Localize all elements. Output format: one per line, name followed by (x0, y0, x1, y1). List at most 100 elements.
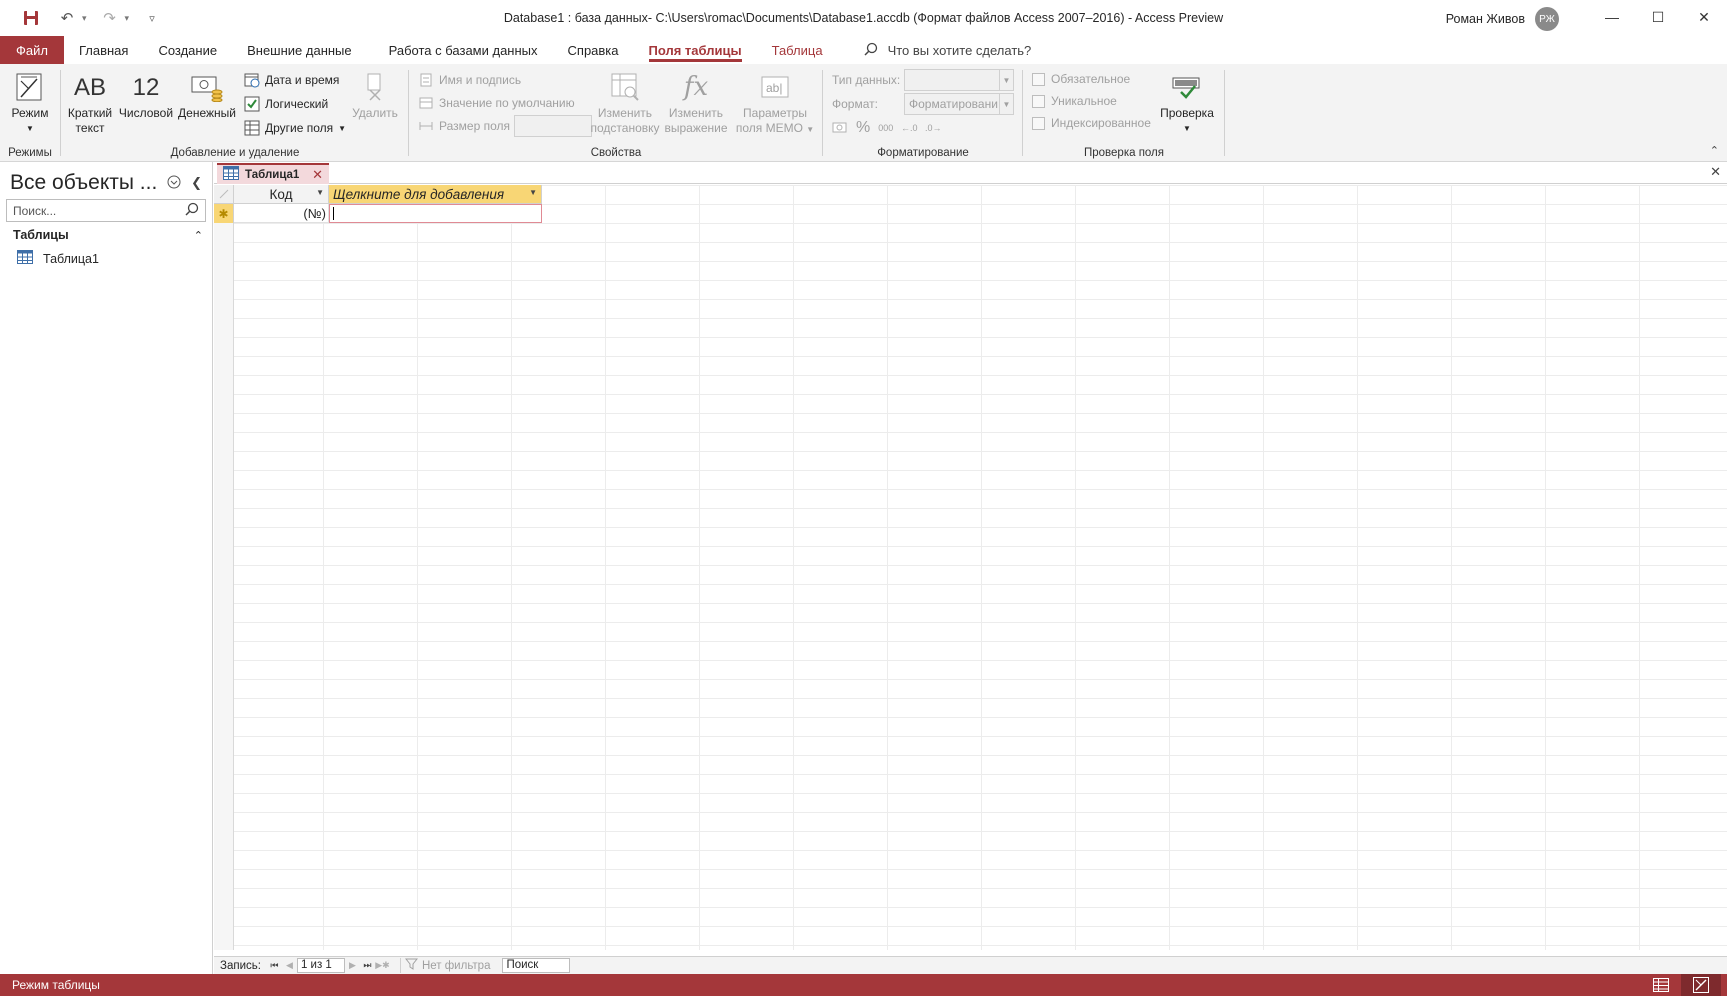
close-document-icon[interactable]: ✕ (1710, 164, 1721, 180)
maximize-icon[interactable]: ☐ (1635, 0, 1681, 34)
save-icon[interactable] (18, 5, 44, 31)
checkbox-icon (1032, 72, 1045, 86)
data-type-select[interactable]: ▼ (904, 69, 1014, 91)
group-label-modes: Режимы (8, 147, 52, 159)
nav-group-tables[interactable]: Таблицы ⌃ (13, 228, 203, 242)
delete-label: Удалить (352, 106, 398, 120)
percent-icon[interactable]: % (856, 119, 870, 137)
filter-toggle[interactable]: Нет фильтра (399, 958, 499, 973)
last-record-icon[interactable]: ⏭ (360, 960, 375, 971)
select-all-corner[interactable] (214, 185, 234, 204)
document-tab-table1[interactable]: Таблица1 ✕ (217, 163, 329, 184)
tab-home[interactable]: Главная (64, 36, 143, 64)
tab-table[interactable]: Таблица (757, 36, 838, 64)
group-label-field-validation: Проверка поля (1083, 147, 1164, 159)
tab-database-tools[interactable]: Работа с базами данных (367, 36, 553, 64)
cell-id-new-row[interactable]: (№) (234, 204, 329, 223)
currency-format-icon[interactable] (832, 120, 848, 136)
record-search-input[interactable]: Поиск (502, 958, 571, 973)
unique-checkbox[interactable]: Уникальное (1032, 94, 1117, 108)
currency-icon (190, 68, 224, 106)
tab-file[interactable]: Файл (0, 36, 64, 64)
delete-field-button[interactable]: Удалить (350, 68, 400, 121)
tell-me-box[interactable]: Что вы хотите сделать? (864, 36, 1032, 64)
yesno-button[interactable]: Логический (244, 94, 328, 114)
name-caption-label: Имя и подпись (439, 73, 522, 87)
quick-access-toolbar: ↶ ▾ ↷ ▾ ▿ (0, 5, 165, 31)
search-icon (864, 42, 878, 59)
modify-lookups-button[interactable]: Изменить подстановку (591, 68, 660, 136)
chevron-up-icon[interactable]: ⌃ (194, 229, 203, 242)
column-header-add[interactable]: Щелкните для добавления ▼ (329, 185, 542, 204)
nav-pane-title[interactable]: Все объекты ... (10, 171, 157, 195)
view-switcher (1641, 974, 1721, 996)
first-record-icon[interactable]: ⏮ (267, 960, 282, 971)
indexed-checkbox[interactable]: Индексированное (1032, 116, 1151, 130)
account-area[interactable]: Роман Живов РЖ (1446, 7, 1559, 31)
short-text-button[interactable]: AB Краткий текст (68, 68, 112, 136)
currency-button[interactable]: Денежный (176, 68, 238, 121)
format-select[interactable]: Форматировани ▼ (904, 93, 1014, 115)
memo-settings-button[interactable]: ab| Параметры поля MEMO ▼ (734, 68, 816, 137)
validation-button[interactable]: Проверка ▼ (1156, 68, 1218, 136)
chevron-down-icon: ▼ (806, 125, 815, 134)
design-view-icon[interactable] (1681, 974, 1721, 996)
customize-qat-icon[interactable]: ▿ (139, 5, 165, 31)
datasheet-view-icon[interactable] (1641, 974, 1681, 996)
datasheet-grid[interactable]: Код ▼ Щелкните для добавления ▼ ✱ (№) (214, 185, 1727, 950)
tab-create[interactable]: Создание (143, 36, 232, 64)
comma-style-icon[interactable]: 000 (878, 123, 893, 133)
nav-menu-dropdown-icon[interactable] (167, 175, 181, 192)
minimize-icon[interactable]: — (1589, 0, 1635, 34)
chevron-down-icon[interactable]: ▼ (529, 188, 537, 197)
checkbox-icon (244, 96, 260, 112)
modify-expression-button[interactable]: fx Изменить выражение (664, 68, 728, 136)
redo-dropdown-icon[interactable]: ▾ (125, 13, 130, 24)
modify-lookups-icon (610, 68, 640, 106)
field-size-icon (418, 118, 434, 134)
chevron-down-icon[interactable]: ▼ (316, 188, 324, 197)
column-header-label: Код (269, 186, 293, 202)
column-header-id[interactable]: Код ▼ (234, 185, 329, 204)
view-button[interactable]: Режим ▼ (8, 68, 52, 136)
name-caption-button[interactable]: Имя и подпись (418, 70, 521, 90)
undo-icon[interactable]: ↶ (54, 5, 80, 31)
new-record-nav-icon[interactable]: ▶✱ (375, 960, 390, 971)
nav-search-input[interactable]: Поиск... (6, 199, 206, 222)
memo-settings-label-1: Параметры (743, 106, 807, 120)
required-checkbox[interactable]: Обязательное (1032, 72, 1130, 86)
search-icon[interactable] (185, 202, 199, 219)
chevron-down-icon: ▼ (1183, 124, 1191, 133)
number-label: Числовой (118, 106, 174, 120)
tab-table-fields[interactable]: Поля таблицы (634, 36, 757, 64)
nav-item-table1[interactable]: Таблица1 (17, 250, 99, 267)
avatar[interactable]: РЖ (1535, 7, 1559, 31)
current-record-input[interactable]: 1 из 1 (296, 958, 345, 973)
tab-help[interactable]: Справка (553, 36, 634, 64)
tell-me-placeholder: Что вы хотите сделать? (887, 42, 1032, 58)
undo-dropdown-icon[interactable]: ▾ (82, 13, 87, 24)
close-tab-icon[interactable]: ✕ (312, 167, 323, 183)
new-record-icon[interactable]: ✱ (214, 204, 234, 223)
previous-record-icon[interactable]: ◀ (282, 960, 297, 971)
more-fields-button[interactable]: Другие поля ▼ (244, 118, 346, 138)
field-size-input[interactable] (514, 115, 592, 137)
number-button[interactable]: 12 Числовой (118, 68, 174, 121)
title-bar: ↶ ▾ ↷ ▾ ▿ Database1 : база данных- C:\Us… (0, 0, 1727, 36)
more-fields-label: Другие поля (265, 121, 334, 135)
collapse-ribbon-icon[interactable]: ⌃ (1710, 144, 1719, 157)
filter-icon (404, 958, 418, 973)
status-text: Режим таблицы (12, 978, 100, 992)
next-record-icon[interactable]: ▶ (345, 960, 360, 971)
datetime-button[interactable]: Дата и время (244, 70, 339, 90)
default-value-button[interactable]: Значение по умолчанию (418, 93, 575, 113)
separator (408, 70, 409, 156)
checkbox-icon (1032, 94, 1045, 108)
close-icon[interactable]: ✕ (1681, 0, 1727, 34)
decrease-decimals-icon[interactable]: .0→ (925, 120, 942, 136)
increase-decimals-icon[interactable]: ←.0 (901, 120, 918, 136)
tab-external-data[interactable]: Внешние данные (232, 36, 367, 64)
redo-icon[interactable]: ↷ (97, 5, 123, 31)
cell-add-new-row[interactable] (329, 204, 542, 223)
collapse-pane-icon[interactable]: ❮ (191, 175, 202, 191)
